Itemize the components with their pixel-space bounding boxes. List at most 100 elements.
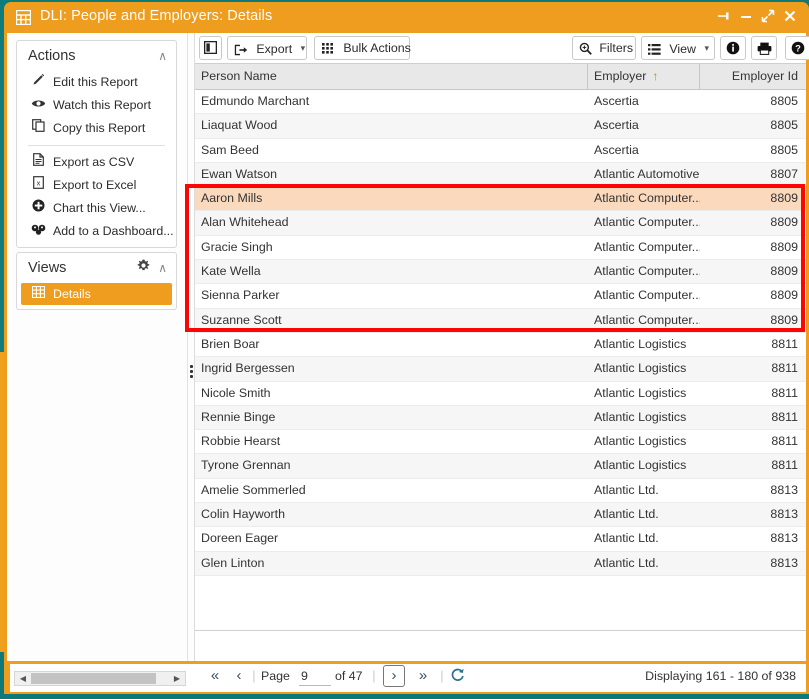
previous-page-button[interactable]: ‹ <box>231 666 247 687</box>
filters-button[interactable]: Filters <box>572 36 636 60</box>
export-label: Export <box>256 42 293 56</box>
cell-employer: Ascertia <box>594 118 639 133</box>
dashboard-icon <box>30 220 46 243</box>
table-row[interactable]: Gracie Singh Atlantic Computer... 8809 <box>195 236 806 261</box>
bulk-actions-button[interactable]: Bulk Actions <box>314 36 411 60</box>
refresh-button[interactable] <box>447 666 467 687</box>
cell-person-name: Colin Hayworth <box>201 507 286 522</box>
page-number-input[interactable] <box>299 667 331 686</box>
table-row[interactable]: Glen Linton Atlantic Ltd. 8813 <box>195 551 806 576</box>
column-header-employer-id[interactable]: Employer Id <box>700 64 806 89</box>
grid-dots-icon <box>322 42 338 56</box>
search-icon <box>579 42 595 56</box>
title-bar[interactable]: DLI: People and Employers: Details <box>4 2 809 33</box>
action-export-as-csv[interactable]: Export as CSV <box>17 151 176 174</box>
next-page-button[interactable]: › <box>383 665 405 687</box>
cell-employer-id: 8813 <box>770 555 798 570</box>
action-copy-this-report[interactable]: Copy this Report <box>17 117 176 140</box>
cell-employer-id: 8811 <box>771 458 798 473</box>
action-export-to-excel[interactable]: x Export to Excel <box>17 174 176 197</box>
cell-person-name: Sienna Parker <box>201 288 280 303</box>
table-row[interactable]: Doreen Eager Atlantic Ltd. 8813 <box>195 527 806 552</box>
last-page-button[interactable]: » <box>413 666 433 687</box>
table-row[interactable]: Liaquat Wood Ascertia 8805 <box>195 114 806 139</box>
scrollbar-thumb[interactable] <box>31 673 156 684</box>
table-row[interactable]: Tyrone Grennan Atlantic Logistics 8811 <box>195 454 806 479</box>
grid-toolbar: Export ▾ Bulk Actions Filters View ▾ ? <box>195 33 809 63</box>
gear-icon[interactable] <box>137 253 150 283</box>
sort-ascending-icon: ↑ <box>652 69 659 83</box>
column-header-person-name[interactable]: Person Name <box>195 64 588 89</box>
cell-person-name: Kate Wella <box>201 264 261 279</box>
table-row[interactable]: Colin Hayworth Atlantic Ltd. 8813 <box>195 503 806 528</box>
cell-person-name: Liaquat Wood <box>201 118 278 133</box>
action-add-to-a-dashboard[interactable]: Add to a Dashboard... <box>17 220 176 243</box>
pencil-icon <box>30 71 46 94</box>
cell-employer-id: 8809 <box>770 288 798 303</box>
cell-employer-id: 8805 <box>770 94 798 108</box>
cell-employer: Atlantic Computer... <box>594 264 700 279</box>
help-button[interactable]: ? <box>785 36 809 60</box>
cell-employer-id: 8807 <box>770 166 798 181</box>
table-row[interactable]: Aaron Mills Atlantic Computer... 8809 <box>195 187 806 212</box>
cell-person-name: Amelie Sommerled <box>201 482 306 497</box>
close-icon[interactable] <box>781 9 799 27</box>
table-row[interactable]: Ewan Watson Atlantic Automotive 8807 <box>195 162 806 188</box>
table-row[interactable]: Alan Whitehead Atlantic Computer... 8809 <box>195 211 806 236</box>
sidebar-item-details[interactable]: Details <box>21 283 172 305</box>
action-chart-this-view[interactable]: Chart this View... <box>17 197 176 220</box>
horizontal-scrollbar[interactable]: ◀ ▶ <box>14 671 186 686</box>
table-row[interactable]: Kate Wella Atlantic Computer... 8809 <box>195 260 806 285</box>
table-row[interactable]: Rennie Binge Atlantic Logistics 8811 <box>195 405 806 431</box>
table-row[interactable]: Sienna Parker Atlantic Computer... 8809 <box>195 284 806 309</box>
total-pages-label: of 47 <box>335 669 363 683</box>
table-row[interactable]: Sam Beed Ascertia 8805 <box>195 139 806 163</box>
action-label: Edit this Report <box>53 75 138 89</box>
cell-employer-id: 8813 <box>770 531 798 546</box>
copy-icon <box>30 117 46 140</box>
splitter-grip-icon[interactable] <box>189 363 194 381</box>
cell-employer: Ascertia <box>594 94 639 108</box>
table-row[interactable]: Brien Boar Atlantic Logistics 8811 <box>195 333 806 358</box>
table-row[interactable]: Edmundo Marchant Ascertia 8805 <box>195 90 806 115</box>
chevron-up-icon[interactable]: ∧ <box>158 253 167 283</box>
table-row[interactable]: Ingrid Bergessen Atlantic Logistics 8811 <box>195 357 806 382</box>
table-row[interactable]: Robbie Hearst Atlantic Logistics 8811 <box>195 430 806 455</box>
column-header-employer[interactable]: Employer ↑ <box>588 64 700 89</box>
print-button[interactable] <box>751 36 777 60</box>
view-button[interactable]: View ▾ <box>641 36 715 60</box>
maximize-icon[interactable] <box>759 9 777 27</box>
window-body: Actions ∧ Edit this Report Watch this Re… <box>7 33 809 692</box>
pin-icon[interactable] <box>715 9 733 27</box>
table-row[interactable]: Suzanne Scott Atlantic Computer... 8809 <box>195 308 806 333</box>
action-watch-this-report[interactable]: Watch this Report <box>17 94 176 117</box>
scroll-right-arrow-icon[interactable]: ▶ <box>170 672 184 685</box>
grid-body: Edmundo Marchant Ascertia 8805 Liaquat Wood… <box>195 90 806 576</box>
left-sidebar: Actions ∧ Edit this Report Watch this Re… <box>7 33 187 661</box>
window-title: DLI: People and Employers: Details <box>40 8 273 24</box>
chevron-down-icon[interactable]: ▾ <box>704 43 709 53</box>
pagination-separator: | <box>440 668 444 683</box>
filters-label: Filters <box>599 41 634 55</box>
panel-toggle-button[interactable] <box>199 36 222 60</box>
table-row[interactable]: Nicole Smith Atlantic Logistics 8811 <box>195 382 806 406</box>
sidebar-splitter[interactable] <box>187 33 195 661</box>
scroll-left-arrow-icon[interactable]: ◀ <box>16 672 30 685</box>
chevron-down-icon[interactable]: ▾ <box>301 43 306 53</box>
first-page-button[interactable]: « <box>205 666 225 687</box>
views-panel-title: Views <box>28 260 67 276</box>
cell-employer-id: 8809 <box>770 264 798 279</box>
export-button[interactable]: Export ▾ <box>227 36 307 60</box>
cell-employer: Atlantic Ltd. <box>594 555 659 570</box>
application-window: DLI: People and Employers: Details Actio… <box>4 2 809 694</box>
action-edit-this-report[interactable]: Edit this Report <box>17 71 176 94</box>
action-label: Copy this Report <box>53 121 146 135</box>
minimize-icon[interactable] <box>737 9 755 27</box>
chevron-up-icon[interactable]: ∧ <box>158 41 167 71</box>
table-row[interactable]: Amelie Sommerled Atlantic Ltd. 8813 <box>195 479 806 504</box>
info-button[interactable] <box>720 36 746 60</box>
plus-circle-icon <box>30 197 46 220</box>
cell-employer: Atlantic Ltd. <box>594 507 659 522</box>
bulk-actions-label: Bulk Actions <box>343 41 411 55</box>
action-label: Watch this Report <box>53 98 152 112</box>
